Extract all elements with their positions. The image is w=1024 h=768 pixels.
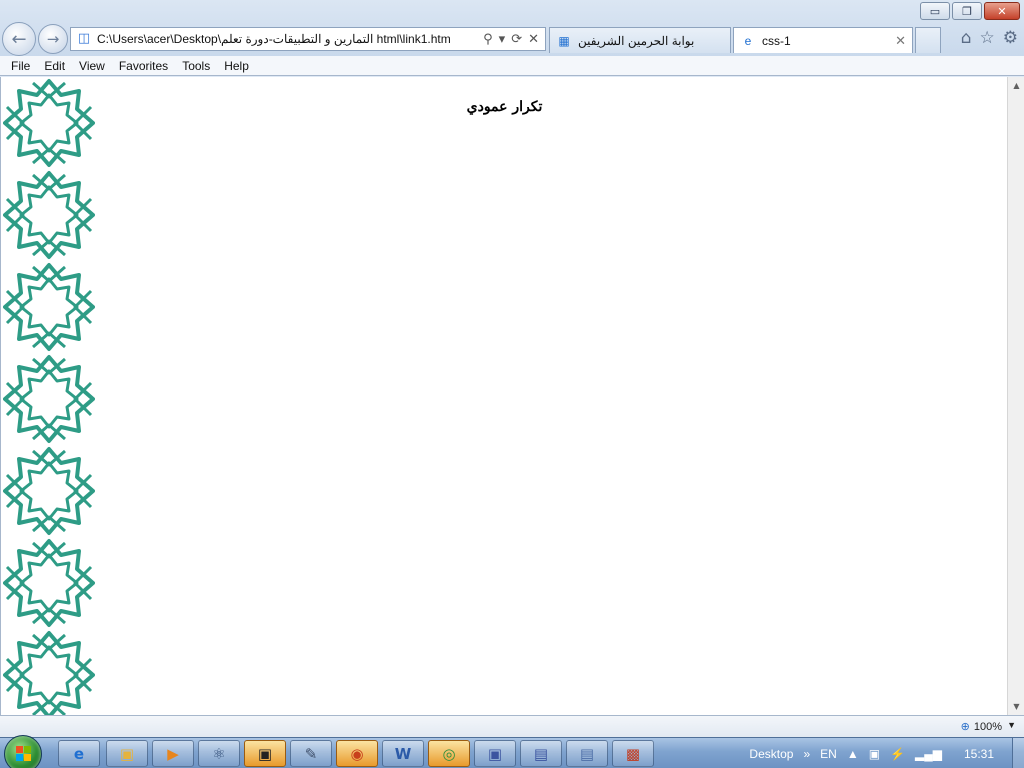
windows-logo-icon — [16, 746, 32, 762]
tab-haramain[interactable]: ▦ بوابة الحرمين الشريفين — [549, 27, 731, 53]
menu-favorites[interactable]: Favorites — [112, 59, 175, 73]
app-window-icon: ▣ — [487, 744, 503, 763]
page-content: تكرار عمودي — [0, 77, 1007, 715]
system-tray: Desktop » EN ▲ ▣ ⚡ ▂▄▆ 15:31 — [749, 738, 1024, 768]
forward-arrow-icon: → — [46, 30, 60, 48]
tab-close-icon[interactable]: ✕ — [895, 33, 906, 49]
scroll-up-arrow-icon[interactable]: ▲ — [1008, 77, 1024, 94]
pattern-tiles — [3, 79, 95, 715]
powerpoint-icon: ▩ — [625, 744, 641, 763]
taskbar-ie-button[interactable]: e — [58, 740, 100, 767]
refresh-icon[interactable]: ⟳ — [511, 32, 522, 47]
address-text[interactable]: C:\Users\acer\Desktop\التمارين و التطبيق… — [97, 32, 477, 46]
taskbar-app-button[interactable]: ▣ — [474, 740, 516, 767]
zoom-icon: ⊕ — [960, 721, 970, 733]
menu-help[interactable]: Help — [217, 59, 256, 73]
taskbar-explorer-button[interactable]: ▣ — [106, 740, 148, 767]
folder-icon: ▣ — [119, 744, 135, 763]
clock[interactable]: 15:31 — [964, 747, 994, 761]
show-hidden-icons-icon[interactable]: ▲ — [847, 747, 859, 761]
back-button[interactable]: ← — [2, 22, 36, 56]
tab-label: css-1 — [762, 33, 791, 48]
pattern-tile — [3, 171, 95, 259]
kaaba-app-icon: ▣ — [257, 744, 273, 763]
taskbar-notepad-button[interactable]: ▤ — [566, 740, 608, 767]
taskbar-network-button[interactable]: ⚛ — [198, 740, 240, 767]
taskbar: e ▣ ▶ ⚛ ▣ ✎ ◉ W ◎ ▣ ▤ ▤ ▩ Desktop » EN ▲… — [0, 735, 1024, 768]
taskbar-app2-button[interactable]: ▤ — [520, 740, 562, 767]
network-tool-icon: ⚛ — [212, 744, 226, 763]
forward-button[interactable]: → — [38, 24, 68, 54]
show-desktop-button[interactable] — [1012, 738, 1024, 768]
close-button[interactable]: ✕ — [984, 2, 1020, 20]
pattern-tile — [3, 631, 95, 715]
chrome-icon: ◎ — [442, 744, 456, 763]
ie-favicon-icon: e — [744, 33, 752, 48]
site-favicon-icon: ▦ — [558, 33, 570, 48]
restore-button[interactable]: ❐ — [952, 2, 982, 20]
signal-bars-icon[interactable]: ▂▄▆ — [915, 747, 942, 761]
browser-chrome: ▭ ❐ ✕ ← → ◫ C:\Users\acer\Desktop\التمار… — [0, 0, 1024, 56]
tray-app-icon[interactable]: ▣ — [869, 747, 880, 761]
new-tab-button[interactable] — [915, 27, 941, 53]
taskbar-word-button[interactable]: W — [382, 740, 424, 767]
pattern-tile — [3, 79, 95, 167]
dropdown-icon[interactable]: ▾ — [499, 32, 506, 47]
gear-icon[interactable]: ⚙ — [1003, 28, 1018, 48]
notepad-icon: ▤ — [579, 744, 595, 763]
taskbar-powerpoint-button[interactable]: ▩ — [612, 740, 654, 767]
home-icon[interactable]: ⌂ — [961, 28, 972, 48]
scroll-down-arrow-icon[interactable]: ▼ — [1008, 698, 1024, 715]
tab-css-1[interactable]: e css-1 ✕ — [733, 27, 913, 53]
search-icon[interactable]: ⚲ — [483, 32, 493, 47]
start-button[interactable] — [4, 735, 42, 768]
power-icon[interactable]: ⚡ — [890, 747, 905, 761]
page-icon: ◫ — [77, 31, 91, 46]
pattern-tile — [3, 263, 95, 351]
language-indicator[interactable]: EN — [820, 747, 837, 761]
taskbar-firefox-button[interactable]: ◉ — [336, 740, 378, 767]
pattern-tile — [3, 539, 95, 627]
favorites-star-icon[interactable]: ☆ — [980, 28, 995, 48]
status-bar: ⊕ 100% ▼ — [0, 715, 1024, 737]
word-icon: W — [394, 744, 412, 763]
vertical-pattern-strip — [3, 79, 95, 715]
taskbar-chrome-button[interactable]: ◎ — [428, 740, 470, 767]
internet-explorer-icon: e — [73, 744, 85, 763]
window-controls: ▭ ❐ ✕ — [920, 2, 1020, 20]
taskbar-media-button[interactable]: ▶ — [152, 740, 194, 767]
minimize-button[interactable]: ▭ — [920, 2, 950, 20]
zoom-dropdown-icon[interactable]: ▼ — [1007, 720, 1016, 730]
taskbar-active-app-button[interactable]: ▣ — [244, 740, 286, 767]
browser-tools: ⌂ ☆ ⚙ — [961, 28, 1018, 48]
desktop-toolbar-label[interactable]: Desktop — [749, 747, 793, 761]
firefox-icon: ◉ — [350, 744, 364, 763]
menu-edit[interactable]: Edit — [37, 59, 72, 73]
chevron-right-icon[interactable]: » — [803, 747, 810, 761]
page-heading: تكرار عمودي — [466, 99, 543, 115]
taskbar-editor-button[interactable]: ✎ — [290, 740, 332, 767]
back-arrow-icon: ← — [11, 28, 27, 50]
menu-tools[interactable]: Tools — [175, 59, 217, 73]
address-bar[interactable]: ◫ C:\Users\acer\Desktop\التمارين و التطب… — [70, 27, 546, 51]
zoom-control[interactable]: ⊕ 100% — [960, 720, 1002, 734]
zoom-level: 100% — [973, 720, 1002, 733]
editor-pen-icon: ✎ — [304, 744, 318, 763]
menu-bar: File Edit View Favorites Tools Help — [0, 56, 1024, 76]
pattern-tile — [3, 355, 95, 443]
menu-file[interactable]: File — [4, 59, 37, 73]
media-player-icon: ▶ — [167, 744, 179, 763]
address-tools: ⚲ ▾ ⟳ ✕ — [477, 32, 545, 47]
menu-view[interactable]: View — [72, 59, 112, 73]
pattern-tile — [3, 447, 95, 535]
stop-icon[interactable]: ✕ — [528, 32, 539, 47]
vertical-scrollbar[interactable]: ▲ ▼ — [1007, 77, 1024, 715]
tab-label: بوابة الحرمين الشريفين — [578, 33, 695, 48]
document-icon: ▤ — [533, 744, 549, 763]
